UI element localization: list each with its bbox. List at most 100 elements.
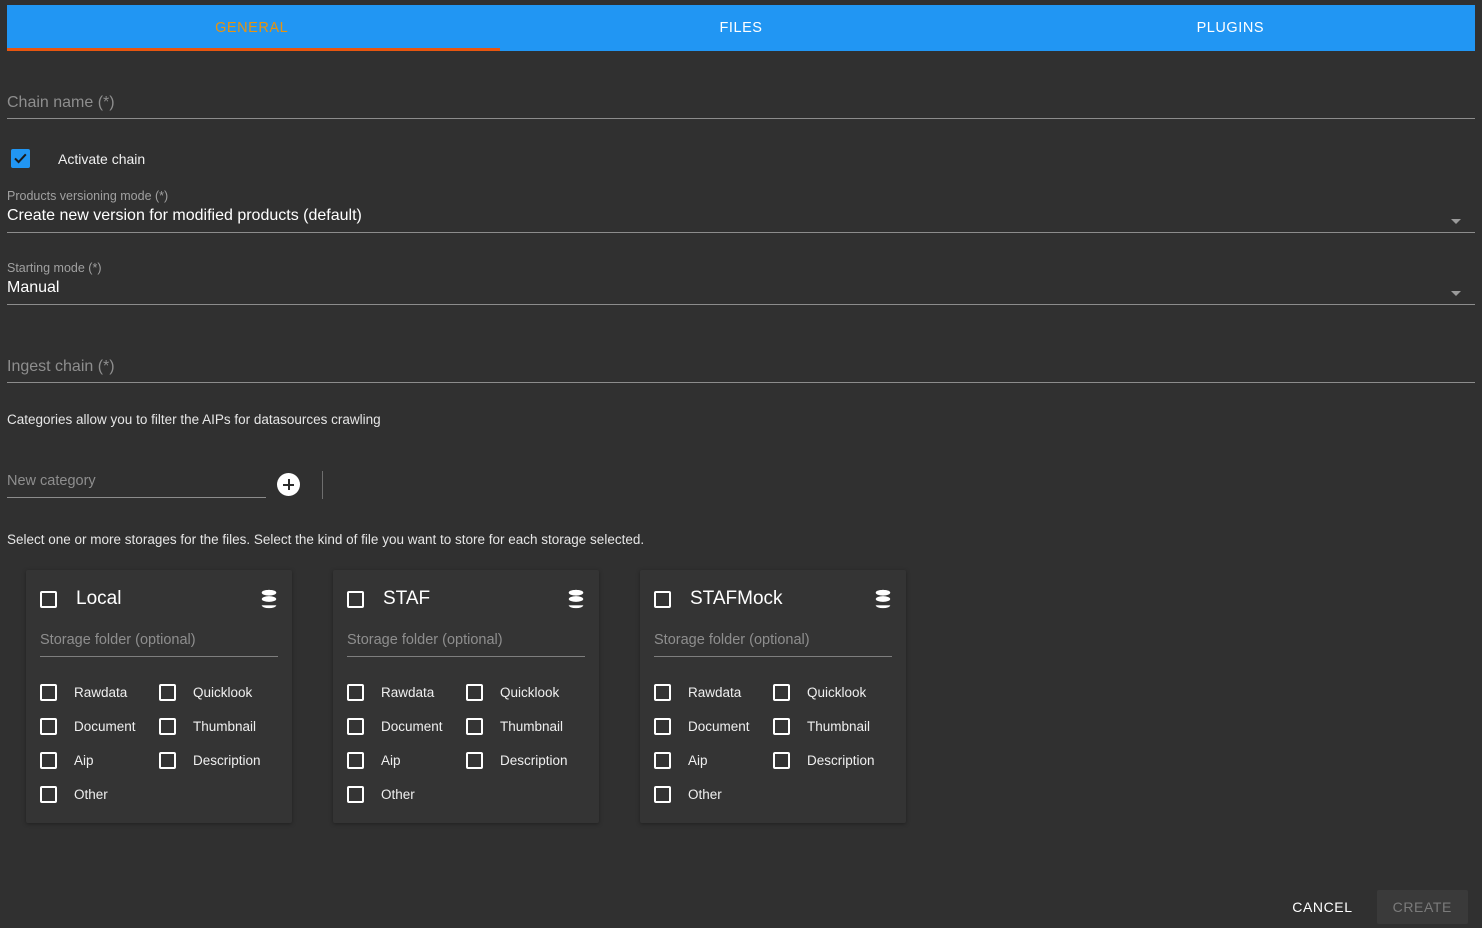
file-type-thumbnail-local[interactable]: Thumbnail — [159, 718, 278, 735]
storage-checkbox-stafmock[interactable] — [654, 590, 671, 608]
file-type-thumbnail-staf[interactable]: Thumbnail — [466, 718, 585, 735]
file-type-checkbox[interactable] — [40, 684, 57, 701]
file-type-document-stafmock[interactable]: Document — [654, 718, 773, 735]
new-category-input[interactable]: New category — [7, 470, 266, 498]
file-type-description-staf[interactable]: Description — [466, 752, 585, 769]
file-type-document-staf[interactable]: Document — [347, 718, 466, 735]
storage-checkbox-local[interactable] — [40, 590, 57, 608]
file-type-checkbox[interactable] — [347, 786, 364, 803]
chevron-down-icon[interactable] — [1451, 219, 1461, 224]
file-type-checkbox[interactable] — [40, 752, 57, 769]
storage-folder-placeholder: Storage folder (optional) — [347, 632, 503, 648]
file-type-checkbox[interactable] — [654, 684, 671, 701]
file-type-label: Quicklook — [500, 685, 560, 700]
file-type-other-stafmock[interactable]: Other — [654, 786, 773, 803]
storage-checkbox-staf[interactable] — [347, 590, 364, 608]
tab-general[interactable]: GENERAL — [7, 5, 496, 51]
file-type-checkbox[interactable] — [347, 752, 364, 769]
file-type-quicklook-stafmock[interactable]: Quicklook — [773, 684, 892, 701]
create-button: CREATE — [1376, 890, 1468, 924]
chain-name-field[interactable]: Chain name (*) — [7, 88, 1475, 119]
starting-mode-select[interactable]: Starting mode (*) Manual — [7, 260, 1475, 305]
file-type-checkbox[interactable] — [347, 718, 364, 735]
file-type-checkbox[interactable] — [654, 718, 671, 735]
storage-card-header: STAF — [347, 584, 585, 614]
ingest-chain-field[interactable]: Ingest chain (*) — [7, 352, 1475, 383]
products-versioning-mode-label: Products versioning mode (*) — [7, 189, 169, 203]
storage-card-staf[interactable]: STAF Storage folder (optional) Rawdata Q… — [333, 570, 599, 823]
file-type-checkbox[interactable] — [654, 786, 671, 803]
file-type-label: Description — [807, 753, 875, 768]
file-type-row: Other — [654, 786, 892, 803]
activate-chain-row[interactable]: Activate chain — [11, 149, 145, 168]
file-type-label: Rawdata — [74, 685, 128, 700]
file-type-other-local[interactable]: Other — [40, 786, 159, 803]
storage-card-header: STAFMock — [654, 584, 892, 614]
products-versioning-mode-select[interactable]: Products versioning mode (*) Create new … — [7, 188, 1475, 233]
file-type-row: Aip Description — [40, 752, 278, 769]
file-type-row: Rawdata Quicklook — [654, 684, 892, 701]
file-type-checkbox[interactable] — [773, 752, 790, 769]
file-type-aip-staf[interactable]: Aip — [347, 752, 466, 769]
products-versioning-mode-value: Create new version for modified products… — [7, 207, 362, 224]
storage-card-header: Local — [40, 584, 278, 614]
file-type-checkbox[interactable] — [773, 718, 790, 735]
file-types-stafmock: Rawdata Quicklook Document Thumbnail Aip… — [654, 684, 892, 803]
file-type-description-stafmock[interactable]: Description — [773, 752, 892, 769]
file-type-rawdata-staf[interactable]: Rawdata — [347, 684, 466, 701]
file-type-rawdata-stafmock[interactable]: Rawdata — [654, 684, 773, 701]
file-type-label: Thumbnail — [500, 719, 564, 734]
file-type-aip-local[interactable]: Aip — [40, 752, 159, 769]
chevron-down-icon[interactable] — [1451, 291, 1461, 296]
file-type-checkbox[interactable] — [654, 752, 671, 769]
storage-card-local[interactable]: Local Storage folder (optional) Rawdata … — [26, 570, 292, 823]
tab-files[interactable]: FILES — [496, 5, 985, 51]
starting-mode-value: Manual — [7, 279, 60, 296]
file-type-checkbox[interactable] — [347, 684, 364, 701]
tab-files-label: FILES — [719, 20, 763, 36]
file-type-checkbox[interactable] — [466, 718, 483, 735]
file-type-label: Description — [500, 753, 568, 768]
activate-chain-checkbox[interactable] — [11, 149, 30, 168]
cancel-button[interactable]: CANCEL — [1276, 890, 1368, 924]
file-type-label: Thumbnail — [193, 719, 257, 734]
acquisition-chain-form-page: GENERAL FILES PLUGINS Chain name (*) Act… — [0, 0, 1482, 928]
tab-general-label: GENERAL — [215, 20, 289, 36]
file-types-local: Rawdata Quicklook Document Thumbnail Aip… — [40, 684, 278, 803]
file-type-thumbnail-stafmock[interactable]: Thumbnail — [773, 718, 892, 735]
categories-hint-text: Categories allow you to filter the AIPs … — [7, 412, 381, 427]
file-type-label: Other — [688, 787, 722, 802]
file-type-row: Aip Description — [347, 752, 585, 769]
file-type-quicklook-staf[interactable]: Quicklook — [466, 684, 585, 701]
storage-folder-placeholder: Storage folder (optional) — [654, 632, 810, 648]
file-type-label: Quicklook — [807, 685, 867, 700]
storage-card-stafmock[interactable]: STAFMock Storage folder (optional) Rawda… — [640, 570, 906, 823]
file-type-row: Rawdata Quicklook — [40, 684, 278, 701]
chain-name-placeholder: Chain name (*) — [7, 94, 115, 111]
add-category-button[interactable] — [277, 473, 300, 496]
file-type-other-staf[interactable]: Other — [347, 786, 466, 803]
file-type-label: Description — [193, 753, 261, 768]
file-type-quicklook-local[interactable]: Quicklook — [159, 684, 278, 701]
file-type-checkbox[interactable] — [159, 718, 176, 735]
file-type-label: Other — [74, 787, 108, 802]
file-type-checkbox[interactable] — [40, 718, 57, 735]
file-type-checkbox[interactable] — [159, 752, 176, 769]
storage-folder-input-staf[interactable]: Storage folder (optional) — [347, 630, 585, 657]
storage-title-stafmock: STAFMock — [690, 588, 783, 609]
ingest-chain-placeholder: Ingest chain (*) — [7, 358, 115, 375]
database-icon — [261, 589, 277, 609]
storage-folder-input-local[interactable]: Storage folder (optional) — [40, 630, 278, 657]
file-type-checkbox[interactable] — [773, 684, 790, 701]
file-type-checkbox[interactable] — [466, 752, 483, 769]
file-type-checkbox[interactable] — [466, 684, 483, 701]
file-type-description-local[interactable]: Description — [159, 752, 278, 769]
tab-plugins[interactable]: PLUGINS — [986, 5, 1475, 51]
file-type-document-local[interactable]: Document — [40, 718, 159, 735]
file-type-row: Other — [347, 786, 585, 803]
file-type-rawdata-local[interactable]: Rawdata — [40, 684, 159, 701]
file-type-aip-stafmock[interactable]: Aip — [654, 752, 773, 769]
file-type-checkbox[interactable] — [159, 684, 176, 701]
file-type-checkbox[interactable] — [40, 786, 57, 803]
storage-folder-input-stafmock[interactable]: Storage folder (optional) — [654, 630, 892, 657]
